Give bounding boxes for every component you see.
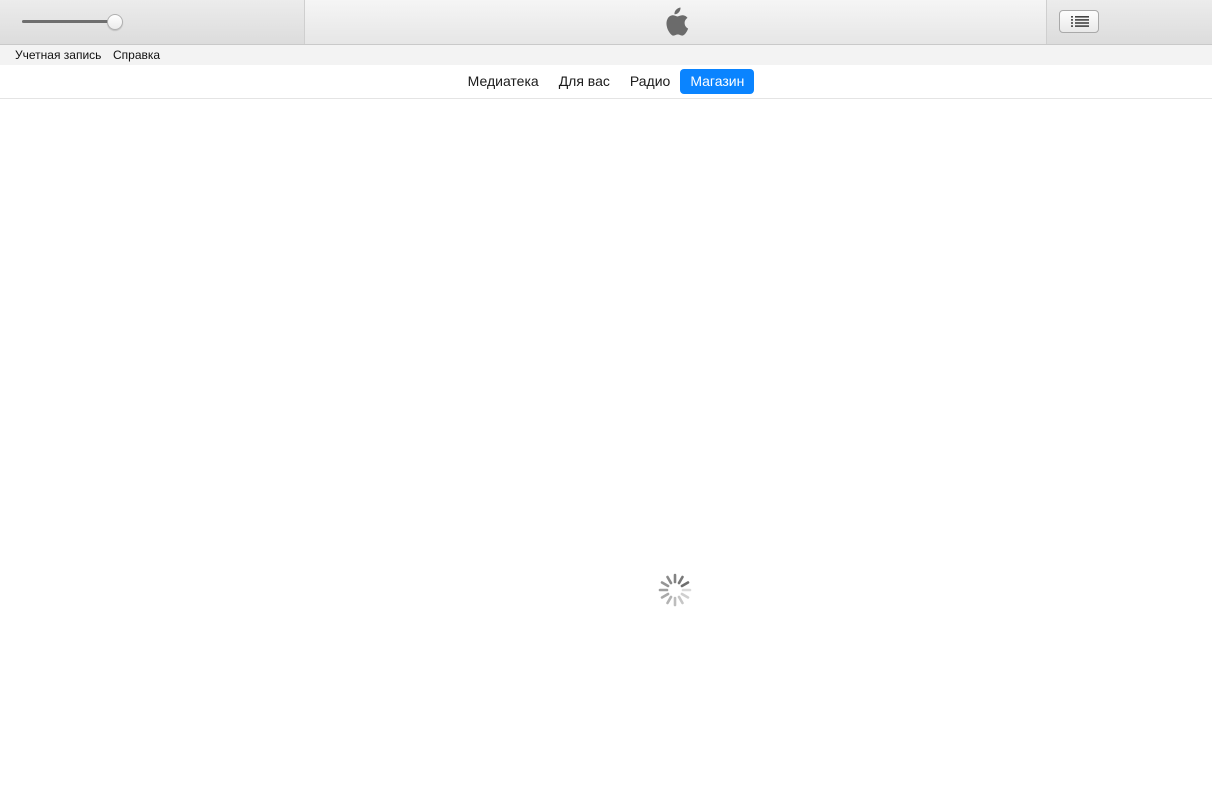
- tab-for-you[interactable]: Для вас: [549, 69, 620, 94]
- itunes-window: Учетная запись Справка Медиатека Для вас…: [0, 0, 1212, 811]
- status-display: [305, 0, 1046, 44]
- nav-bar: Медиатека Для вас Радио Магазин: [0, 65, 1212, 99]
- tab-store[interactable]: Магазин: [680, 69, 755, 94]
- spinner-spoke: [680, 581, 690, 588]
- nav-tabs: Медиатека Для вас Радио Магазин: [0, 69, 1212, 94]
- spinner-spoke: [666, 575, 673, 585]
- up-next-list-button[interactable]: [1059, 10, 1099, 33]
- tab-library[interactable]: Медиатека: [458, 69, 549, 94]
- tab-radio[interactable]: Радио: [620, 69, 680, 94]
- spinner-spoke: [677, 595, 684, 605]
- volume-knob[interactable]: [107, 14, 123, 30]
- menu-item-account[interactable]: Учетная запись: [15, 47, 101, 63]
- playback-controls-area: [0, 0, 305, 44]
- spinner-spoke: [680, 592, 690, 599]
- toolbar-right-area: [1046, 0, 1212, 44]
- toolbar: [0, 0, 1212, 45]
- loading-spinner-icon: [658, 573, 692, 607]
- volume-slider[interactable]: [22, 12, 126, 32]
- spinner-spoke: [666, 595, 673, 605]
- apple-logo-icon: [666, 7, 689, 36]
- menu-item-help[interactable]: Справка: [113, 47, 160, 63]
- spinner-spoke: [677, 575, 684, 585]
- spinner-spoke: [660, 581, 670, 588]
- spinner-spoke: [660, 592, 670, 599]
- menu-bar: Учетная запись Справка: [0, 45, 1212, 65]
- volume-fill: [22, 20, 115, 23]
- content-area: [0, 99, 1212, 811]
- list-icon: [1071, 16, 1089, 27]
